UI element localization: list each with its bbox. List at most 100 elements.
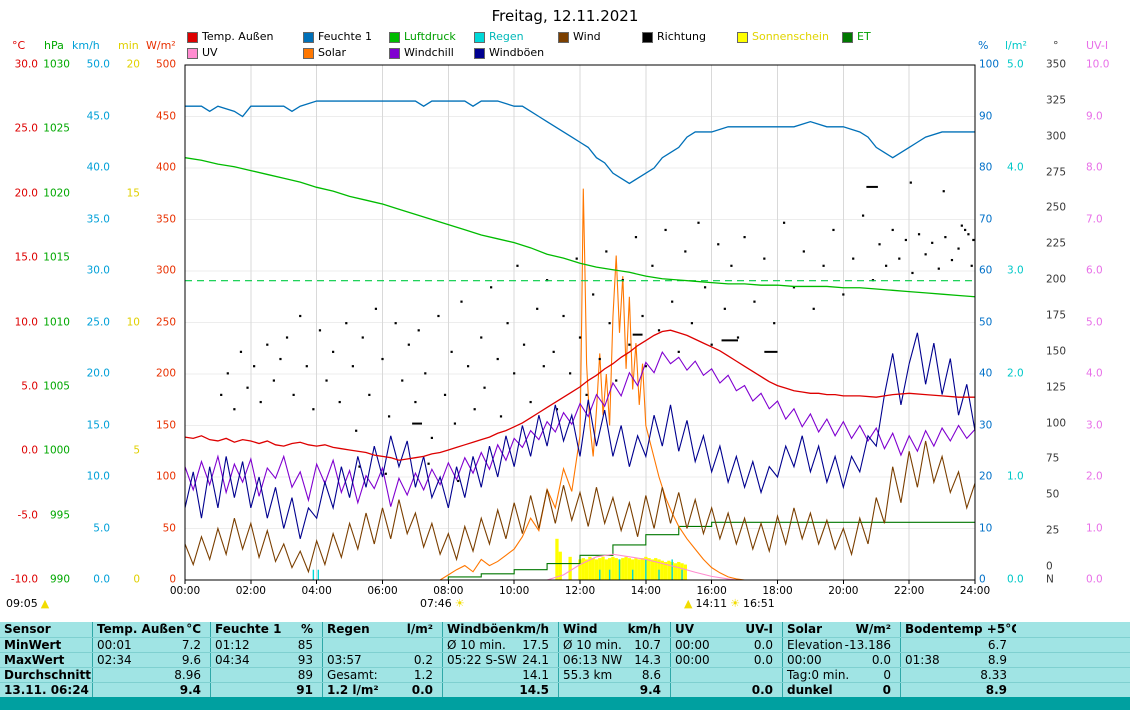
stats-cell-value: 14.3 [634,654,661,667]
stats-cell-value: 14.5 [519,684,549,697]
stats-cell: Ø 10 min.10.7 [558,638,670,652]
stats-cell: Elevation-13.186 [782,638,900,652]
stats-cell-value: 1.2 [414,669,433,682]
stats-cell-left: dunkel [787,684,833,697]
stats-cell-left: 05:22 S-SW [447,654,517,667]
stats-cell-value: 0.0 [752,684,773,697]
stats-cell-left: 02:34 [97,654,132,667]
stats-cell-value: 8.96 [174,669,201,682]
stats-cell: 01:388.9 [900,653,1016,667]
stats-row-label: MaxWert [0,653,92,667]
stats-cell: Temp. Außen°C [92,622,210,637]
stats-cell-value: °C [186,623,201,636]
stats-cell-left: Windböen [447,623,515,636]
stats-cell-value: 0 [883,684,891,697]
stats-cell: Ø 10 min.17.5 [442,638,558,652]
stats-cell-value: W/m² [856,623,891,636]
stats-cell-value: 85 [298,639,313,652]
stats-header-row: SensorTemp. Außen°CFeuchte 1%Regenl/m²Wi… [0,622,1130,637]
stats-row-13.11. 06:24: 13.11. 06:249.4911.2 l/m²0.014.59.40.0du… [0,682,1130,697]
stats-cell-value: 0.2 [414,654,433,667]
stats-cell-left: Ø 10 min. [447,639,506,652]
stats-filler [1016,653,1130,667]
stats-row-label: Durchschnitt [0,668,92,682]
stats-cell-value: -13.186 [845,639,891,652]
stats-cell-left: Ø 10 min. [563,639,622,652]
stats-cell: 00:01 7.2 [92,638,210,652]
stats-cell: dunkel 0 [782,683,900,697]
annotation-bottom-left: 09:05▲ [6,597,52,610]
stats-cell: SolarW/m² [782,622,900,637]
stats-cell-value: 0.0 [872,654,891,667]
stats-cell-value: 9.6 [182,654,201,667]
sun-icon: ☀ [455,597,465,610]
stats-cell-left: Wind [563,623,597,636]
stats-cell: 14.5 [442,683,558,697]
stats-cell-value: km/h [516,623,549,636]
stats-row-MaxWert: MaxWert 02:34 9.6 04:3493 03:57 0.2 05:22 S-SW… [0,652,1130,667]
stats-cell-value: km/h [628,623,661,636]
stats-cell: 8.96 [92,668,210,682]
stats-cell-left: 01:12 [215,639,250,652]
stats-cell: 89 [210,668,322,682]
stats-cell: 06:13 NW14.3 [558,653,670,667]
stats-cell: 9.4 [558,683,670,697]
stats-cell-left: Elevation [787,639,843,652]
stats-cell-value: 7.2 [182,639,201,652]
stats-cell-value: 0.0 [412,684,433,697]
stats-filler [1016,683,1130,697]
stats-cell-value: % [301,623,313,636]
stats-cell-left: Sensor [4,623,51,636]
stats-cell: Wind km/h [558,622,670,637]
stats-cell-value: 89 [298,669,313,682]
stats-cell-value: 0 [883,669,891,682]
stats-cell-left: Durchschnitt [4,669,91,682]
stats-cell-value: 0.0 [754,639,773,652]
stats-cell-value: °C [1005,623,1016,636]
stats-row-label: 13.11. 06:24 [0,683,92,697]
stats-cell-left: MinWert [4,639,61,652]
stats-cell: 00:000.0 [782,653,900,667]
stats-cell-left: 1.2 l/m² [327,684,379,697]
stats-cell: 01:12 85 [210,638,322,652]
stats-cell-value: 6.7 [988,639,1007,652]
stats-cell-left: 55.3 km [563,669,612,682]
stats-cell-left: Bodentemp +5 [905,623,1005,636]
stats-cell: Windböenkm/h [442,622,558,637]
stats-cell-value: 0.0 [754,654,773,667]
stats-cell-left: 03:57 [327,654,362,667]
stats-cell: 14.1 [442,668,558,682]
sun-icon: ☀ [730,597,740,610]
stats-cell: 04:3493 [210,653,322,667]
stats-cell-value: 8.9 [986,684,1007,697]
stats-cell: UVUV-I [670,622,782,637]
stats-cell-value: 8.33 [980,669,1007,682]
weather-plot [0,0,1130,620]
stats-cell-left: Regen [327,623,370,636]
stats-cell: Bodentemp +5°C [900,622,1016,637]
stats-cell-left: UV [675,623,694,636]
stats-row-MinWert: MinWert00:017.201:1285Ø 10 min.17.5Ø 10 … [0,637,1130,652]
stats-row-Durchschnitt: Durchschnitt8.9689Gesamt:1.214.155.3 km8… [0,667,1130,682]
stats-cell: Gesamt:1.2 [322,668,442,682]
stats-cell: 05:22 S-SW 24.1 [442,653,558,667]
stats-cell: 0.0 [670,683,782,697]
stats-cell-left: 00:00 [675,654,710,667]
stats-cell [322,638,442,652]
stats-cell: Tag:0 min.0 [782,668,900,682]
stats-cell-left: Temp. Außen [97,623,185,636]
stats-cell: Feuchte 1% [210,622,322,637]
stats-filler [1016,638,1130,652]
stats-cell-value: l/m² [407,623,433,636]
triangle-up-icon: ▲ [684,597,692,610]
stats-cell-value: 24.1 [522,654,549,667]
stats-cell: 03:57 0.2 [322,653,442,667]
stats-row-label: Sensor [0,622,92,637]
marker-time: 14:11 [695,597,727,610]
annotation-sunrise: 07:46☀ [420,597,468,610]
stats-cell: 55.3 km8.6 [558,668,670,682]
stats-cell-left: MaxWert [4,654,64,667]
stats-cell-left: 00:01 [97,639,132,652]
stats-cell-value: 91 [296,684,313,697]
annotation-sunset: ▲14:11☀16:51 [681,597,775,610]
